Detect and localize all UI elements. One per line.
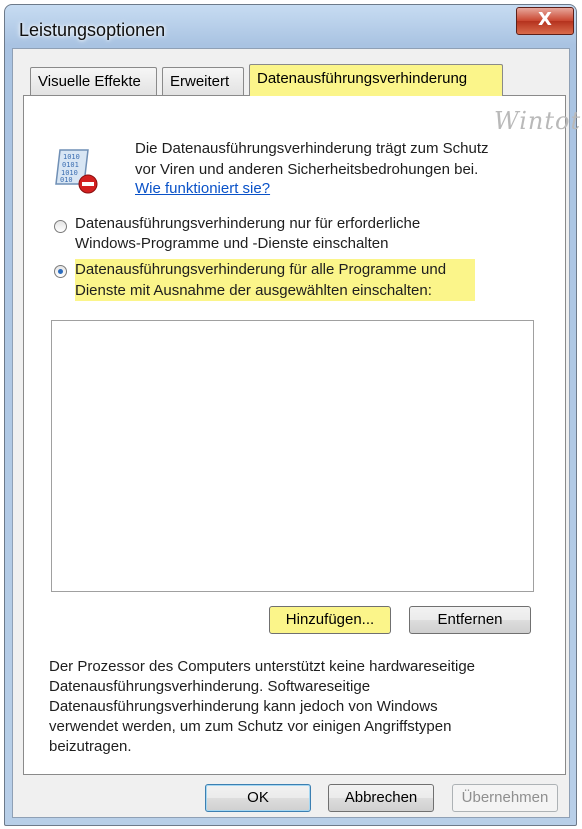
title-bar[interactable]: Leistungsoptionen X	[5, 5, 576, 47]
cancel-button[interactable]: Abbrechen	[328, 784, 434, 812]
tab-label: Datenausführungsverhinderung	[257, 70, 468, 87]
remove-button[interactable]: Entfernen	[409, 606, 531, 634]
add-button-label: Hinzufügen...	[285, 611, 375, 628]
option-2-line-2: Dienste mit Ausnahme der ausgewählten ei…	[75, 280, 475, 301]
option-1-line-2: Windows-Programme und -Dienste einschalt…	[75, 235, 389, 252]
svg-text:010: 010	[60, 176, 73, 184]
note-line-3: Datenausführungsverhinderung kann jedoch…	[49, 698, 438, 715]
watermark-text: Wintotal	[494, 107, 582, 135]
radio-essential-only[interactable]	[54, 220, 67, 233]
radio-all-programs[interactable]	[54, 265, 67, 278]
tab-dep[interactable]: Datenausführungsverhinderung	[249, 64, 503, 96]
tab-label: Erweitert	[170, 73, 230, 90]
ok-button-label: OK	[247, 789, 269, 806]
how-does-it-work-link[interactable]: Wie funktioniert sie?	[135, 178, 270, 199]
apply-button[interactable]: Übernehmen	[452, 784, 558, 812]
window-title: Leistungsoptionen	[19, 20, 166, 40]
tab-advanced[interactable]: Erweitert	[162, 67, 244, 95]
tab-label: Visuelle Effekte	[38, 73, 141, 90]
remove-button-label: Entfernen	[437, 611, 503, 628]
option-2-line-1: Datenausführungsverhinderung für alle Pr…	[75, 259, 475, 280]
cancel-button-label: Abbrechen	[344, 789, 418, 806]
info-line-1: Die Datenausführungsverhinderung trägt z…	[135, 140, 489, 157]
close-button[interactable]: X	[516, 7, 574, 35]
add-button[interactable]: Hinzufügen...	[269, 606, 391, 634]
option-1-line-1: Datenausführungsverhinderung nur für erf…	[75, 215, 421, 232]
note-line-1: Der Prozessor des Computers unterstützt …	[49, 658, 476, 675]
svg-text:1010: 1010	[63, 153, 80, 161]
ok-button[interactable]: OK	[205, 784, 311, 812]
info-line-2: vor Viren und anderen Sicherheitsbedrohu…	[135, 161, 479, 178]
dep-shield-icon: 1010 0101 1010 010	[55, 149, 98, 194]
exceptions-listbox[interactable]	[51, 320, 534, 592]
note-line-4: verwendet werden, um zum Schutz vor eini…	[49, 718, 452, 735]
close-icon: X	[538, 9, 552, 30]
apply-button-label: Übernehmen	[461, 789, 549, 806]
tab-visual-effects[interactable]: Visuelle Effekte	[30, 67, 157, 95]
svg-text:0101: 0101	[62, 161, 79, 169]
note-line-5: beizutragen.	[49, 738, 132, 755]
note-line-2: Datenausführungsverhinderung. Softwarese…	[49, 678, 371, 695]
